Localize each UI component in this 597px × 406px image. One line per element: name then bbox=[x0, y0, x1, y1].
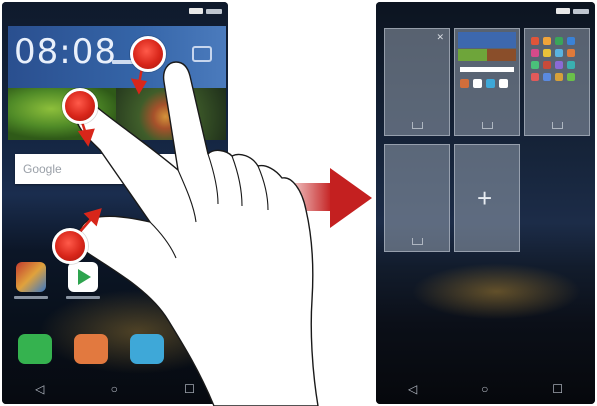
touch-point-bottom bbox=[52, 228, 88, 264]
pinch-gesture-hand-icon bbox=[75, 61, 319, 406]
touch-point-top bbox=[130, 36, 166, 72]
touch-point-middle bbox=[62, 88, 98, 124]
